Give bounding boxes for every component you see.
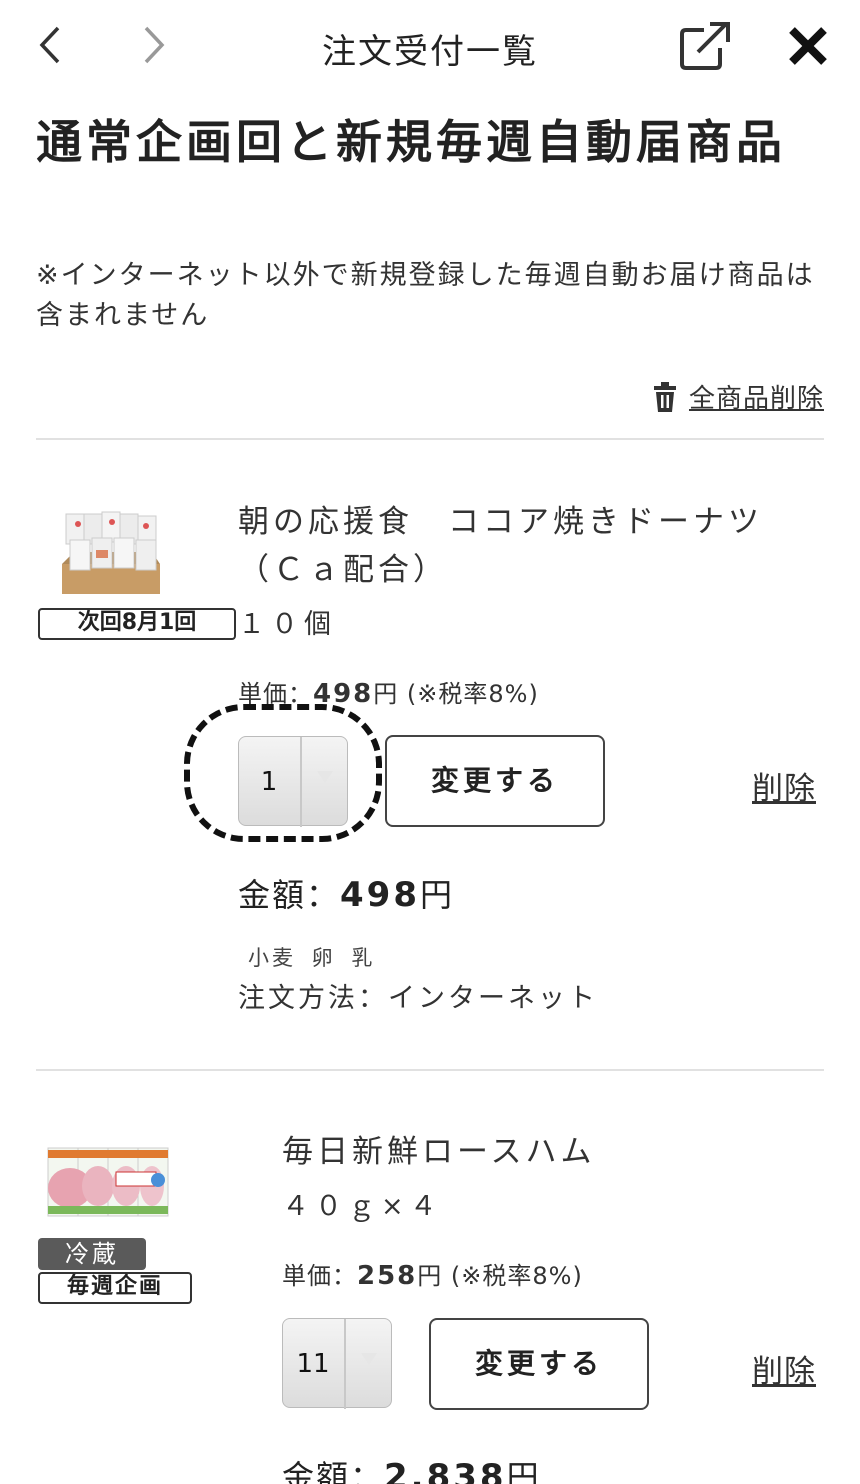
top-bar: 注文受付一覧 (0, 0, 860, 92)
unit-price-value: 258 (357, 1261, 418, 1291)
quantity-value: 1 (260, 767, 278, 797)
quantity-value: 11 (296, 1349, 330, 1379)
product-image[interactable] (46, 1146, 172, 1218)
close-icon (789, 27, 827, 65)
close-button[interactable] (784, 22, 832, 70)
divider (36, 438, 824, 440)
amount-suffix: 円 (420, 876, 455, 914)
trash-icon (653, 381, 676, 412)
delete-all-button[interactable]: 全商品削除 (651, 378, 824, 415)
change-button[interactable]: 変更する (385, 735, 605, 827)
quantity-select[interactable]: 11 (282, 1318, 392, 1409)
amount-value: 498 (340, 875, 420, 915)
change-button[interactable]: 変更する (429, 1318, 649, 1410)
product-name[interactable]: 毎日新鮮ロースハム (282, 1128, 802, 1176)
section-heading: 通常企画回と新規毎週自動届商品 (36, 115, 786, 169)
delete-all-label: 全商品削除 (688, 384, 824, 414)
delete-link[interactable]: 削除 (752, 1346, 816, 1391)
delete-link[interactable]: 削除 (752, 763, 816, 808)
refrigerated-badge: 冷蔵 (38, 1238, 146, 1270)
divider (36, 1069, 824, 1071)
unit-price-label: 単価： (282, 1262, 357, 1290)
unit-price-suffix: 円 (※税率8%) (417, 1262, 583, 1290)
product-quantity: ４０ｇ×４ (282, 1191, 443, 1222)
order-method: 注文方法：インターネット (238, 983, 598, 1014)
amount-label: 金額： (238, 876, 341, 914)
amount-suffix: 円 (506, 1458, 541, 1484)
amount-value: 2,838 (384, 1457, 507, 1484)
chevron-down-icon (317, 771, 333, 783)
product-quantity: １０個 (238, 609, 337, 640)
item-amount: 金額：498円 (238, 870, 454, 916)
allergen-list: 小麦 卵 乳 (248, 946, 376, 970)
select-separator (344, 1319, 346, 1409)
item-amount: 金額：2,838円 (282, 1452, 541, 1484)
weekly-plan-badge: 毎週企画 (38, 1272, 192, 1304)
section-note: ※インターネット以外で新規登録した毎週自動お届け商品は含まれません (36, 260, 815, 331)
unit-price: 単価：258円 (※税率8%) (282, 1256, 583, 1291)
quantity-select[interactable]: 1 (238, 736, 348, 827)
product-image[interactable] (56, 506, 166, 598)
select-separator (300, 737, 302, 827)
external-link-icon (680, 22, 730, 70)
open-external-button[interactable] (676, 20, 732, 72)
chevron-down-icon (361, 1353, 377, 1365)
product-name[interactable]: 朝の応援食 ココア焼きドーナツ（Ｃａ配合） (238, 498, 798, 594)
unit-price-suffix: 円 (※税率8%) (373, 680, 539, 708)
amount-label: 金額： (282, 1458, 385, 1484)
next-delivery-badge: 次回8月1回 (38, 608, 236, 640)
